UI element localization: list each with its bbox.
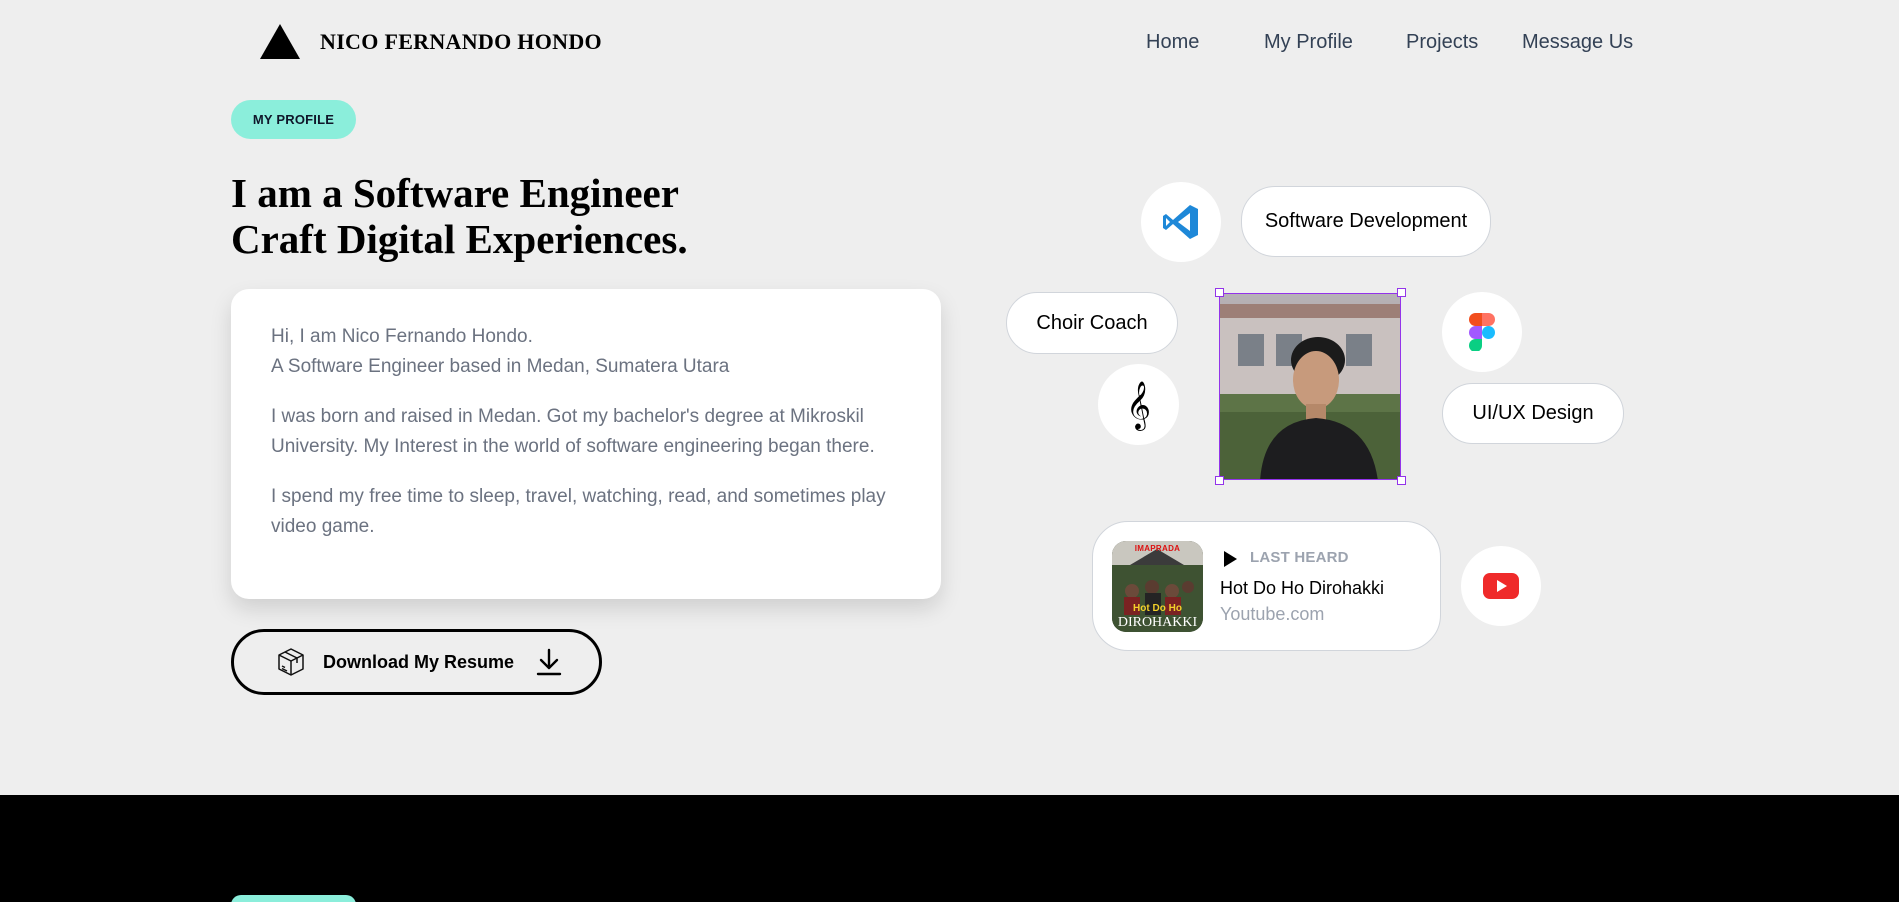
thumb-mid-text: Hot Do Ho — [1133, 603, 1182, 614]
vscode-icon-badge — [1141, 182, 1221, 262]
figma-icon-badge — [1442, 292, 1522, 372]
nav-home[interactable]: Home — [1146, 31, 1199, 54]
resize-handle-bottom-left[interactable] — [1215, 476, 1224, 485]
song-title: Hot Do Ho Dirohakki — [1220, 578, 1385, 598]
triangle-logo-icon — [260, 24, 300, 59]
skill-pill-uiux-design: UI/UX Design — [1442, 383, 1624, 444]
last-heard-label: LAST HEARD — [1250, 549, 1349, 566]
brand-name: NICO FERNANDO HONDO — [320, 28, 602, 54]
package-box-icon — [278, 648, 304, 676]
download-resume-label: Download My Resume — [323, 651, 515, 672]
hero-headline: I am a Software Engineer Craft Digital E… — [231, 170, 688, 262]
next-section-badge — [231, 895, 356, 902]
nav-my-profile[interactable]: My Profile — [1264, 31, 1353, 54]
thumb-top-text: IMAPRADA — [1134, 544, 1181, 553]
headline-line-1: I am a Software Engineer — [231, 170, 679, 216]
nav-message-us[interactable]: Message Us — [1522, 31, 1633, 54]
intro-line-1: Hi, I am Nico Fernando Hondo. — [271, 326, 533, 347]
figma-icon — [1469, 313, 1495, 351]
about-intro: Hi, I am Nico Fernando Hondo. A Software… — [271, 322, 901, 382]
play-icon — [1224, 551, 1237, 567]
profile-photo[interactable] — [1219, 293, 1401, 480]
last-heard-card[interactable]: IMAPRADA Hot Do Ho DIROHAKKI LAST HEARD … — [1092, 521, 1441, 651]
download-arrow-icon — [536, 648, 562, 676]
youtube-icon — [1483, 573, 1519, 599]
song-thumbnail: IMAPRADA Hot Do Ho DIROHAKKI — [1112, 541, 1203, 632]
about-paragraph-2: I was born and raised in Medan. Got my b… — [271, 406, 875, 457]
music-icon-badge: 𝄞 — [1098, 364, 1179, 445]
brand[interactable]: NICO FERNANDO HONDO — [260, 24, 602, 59]
about-paragraph-3: I spend my free time to sleep, travel, w… — [271, 486, 886, 537]
resize-handle-top-left[interactable] — [1215, 288, 1224, 297]
download-resume-button[interactable]: Download My Resume — [231, 629, 602, 695]
thumb-bottom-text: DIROHAKKI — [1117, 615, 1198, 630]
treble-clef-icon: 𝄞 — [1126, 379, 1151, 429]
resize-handle-bottom-right[interactable] — [1397, 476, 1406, 485]
youtube-icon-badge[interactable] — [1461, 546, 1541, 626]
skill-pill-choir-coach: Choir Coach — [1006, 292, 1178, 354]
skill-pill-software-development: Software Development — [1241, 186, 1491, 257]
profile-photo-image — [1220, 294, 1400, 479]
nav-projects[interactable]: Projects — [1406, 31, 1478, 54]
intro-line-2: A Software Engineer based in Medan, Suma… — [271, 356, 730, 377]
headline-line-2: Craft Digital Experiences. — [231, 216, 688, 262]
vscode-icon — [1163, 205, 1198, 239]
song-source: Youtube.com — [1220, 604, 1325, 624]
resize-handle-top-right[interactable] — [1397, 288, 1406, 297]
section-badge: MY PROFILE — [231, 100, 356, 139]
about-card: Hi, I am Nico Fernando Hondo. A Software… — [231, 289, 941, 599]
next-section-band — [0, 795, 1899, 902]
